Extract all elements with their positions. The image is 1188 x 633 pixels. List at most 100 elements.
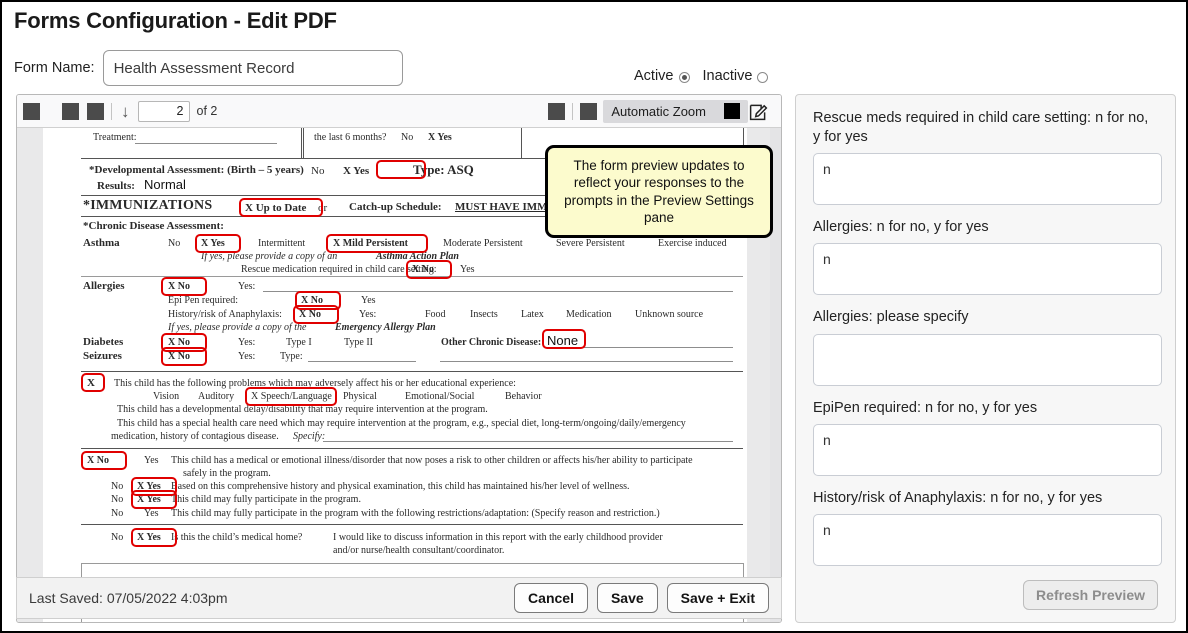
zoom-level-label: Automatic Zoom <box>611 103 706 119</box>
doc-line-catchup-label: Catch-up Schedule: <box>349 201 442 213</box>
cancel-button[interactable]: Cancel <box>514 583 588 613</box>
active-radio[interactable] <box>678 71 690 83</box>
doc-line-dev-type: Type: ASQ <box>413 162 474 177</box>
doc-line-wellness-no: No <box>111 481 124 492</box>
field-label: Allergies: n for no, y for yes <box>813 219 989 236</box>
save-button[interactable]: Save <box>596 583 658 613</box>
doc-line-rescue-no: X No <box>412 264 434 275</box>
doc-line-asthma-no: No <box>168 238 181 249</box>
doc-line-prob-text: This child has the following problems wh… <box>114 378 516 389</box>
doc-line-imm-or: or <box>318 202 328 214</box>
doc-line-results-value: Normal <box>144 177 186 192</box>
save-and-exit-button[interactable]: Save + Exit <box>666 583 769 613</box>
doc-line-ana-unknown: Unknown source <box>635 309 704 320</box>
doc-line-asthma-yes: X Yes <box>201 238 225 249</box>
settings-field-allergies-yn: Allergies: n for no, y for yes <box>813 218 1162 296</box>
refresh-preview-button[interactable]: Refresh Preview <box>1023 580 1158 610</box>
settings-field-anaphylaxis: History/risk of Anaphylaxis: n for no, y… <box>813 489 1162 566</box>
doc-line-special: This child has a special health care nee… <box>117 418 686 429</box>
doc-line-restrict-text: This child may fully participate in the … <box>171 508 660 519</box>
epipen-input[interactable] <box>813 423 1162 476</box>
doc-line-results-label: Results: <box>97 180 135 192</box>
doc-line-rescue-yes: Yes <box>460 264 475 275</box>
doc-line-special2: medication, history of contagious diseas… <box>111 431 279 442</box>
doc-line-special-specify: Specify: <box>293 431 326 442</box>
sidebar-toggle-icon[interactable] <box>23 102 40 120</box>
page-number-input[interactable] <box>137 100 190 122</box>
print-icon[interactable] <box>548 102 566 120</box>
settings-field-allergies-specify: Allergies: please specify <box>813 308 1162 386</box>
doc-line-restrict-no: No <box>111 508 124 519</box>
doc-line-prob-behavior: Behavior <box>505 391 542 402</box>
doc-line-illness-text: This child has a medical or emotional il… <box>171 455 693 466</box>
doc-line-diabetes-yes: Yes: <box>238 337 256 348</box>
doc-line-seizures: Seizures <box>83 350 122 362</box>
doc-line-wellness-yes: X Yes <box>137 481 161 492</box>
doc-line-asthma-mild: X Mild Persistent <box>333 238 408 249</box>
doc-line-allergies: Allergies <box>83 280 125 292</box>
doc-line-seizures-yes: Yes: <box>238 351 256 362</box>
doc-line-diabetes-type2: Type II <box>344 337 374 348</box>
doc-line-prob-x: X <box>87 377 95 389</box>
field-label: History/risk of Anaphylaxis: n for no, y… <box>813 489 1103 506</box>
app-window: Forms Configuration - Edit PDF Form Name… <box>0 0 1188 633</box>
doc-line-prob-speech: X Speech/Language <box>251 391 332 402</box>
doc-line-illness-text2: safely in the program. <box>183 468 271 479</box>
doc-line-medhome-no: No <box>111 532 124 543</box>
rescue-meds-input[interactable] <box>813 153 1162 206</box>
doc-line-asthma-intermittent: Intermittent <box>258 238 306 249</box>
doc-line-anaphylaxis-no: X No <box>299 309 321 320</box>
status-radio-group: Active Inactive <box>634 68 772 84</box>
doc-line-last6months-no: No <box>401 132 414 143</box>
zoom-out-icon[interactable] <box>62 102 79 120</box>
doc-line-anaphylaxis-yes: Yes: <box>359 309 377 320</box>
doc-line-wellness-text: Based on this comprehensive history and … <box>171 481 630 492</box>
doc-line-participate-no: No <box>111 494 124 505</box>
doc-line-dev-yes: X Yes <box>343 165 370 177</box>
doc-line-last6months-yes: X Yes <box>428 132 452 143</box>
doc-line-allergies-yes: Yes: <box>238 281 256 292</box>
download-icon[interactable] <box>580 102 598 120</box>
allergies-yn-input[interactable] <box>813 243 1162 296</box>
doc-line-illness-yes: Yes <box>144 455 159 466</box>
pdf-toolbar: ↓ of 2 Automatic Zoom <box>17 95 781 128</box>
doc-line-prob-emotional: Emotional/Social <box>405 391 475 402</box>
doc-line-participate-yes: X Yes <box>137 494 161 505</box>
zoom-in-icon[interactable] <box>87 102 104 120</box>
doc-line-epipen-label: Epi Pen required: <box>168 295 238 306</box>
page-count-label: of 2 <box>196 104 218 118</box>
zoom-select[interactable]: Automatic Zoom <box>603 99 748 123</box>
refresh-preview-wrap: Refresh Preview <box>1023 580 1158 610</box>
edit-document-icon[interactable] <box>748 101 769 122</box>
doc-line-other-chronic-label: Other Chronic Disease: <box>441 337 542 348</box>
preview-callout-tooltip: The form preview updates to reflect your… <box>545 145 773 239</box>
doc-line-asthma-note-bold: Asthma Action Plan <box>376 251 459 262</box>
doc-line-epipen-no: X No <box>301 295 323 306</box>
doc-line-prob-vision: Vision <box>153 391 180 402</box>
doc-line-asthma-severe: Severe Persistent <box>556 238 625 249</box>
inactive-radio[interactable] <box>757 71 769 83</box>
form-name-input[interactable] <box>102 50 403 86</box>
doc-line-seizures-no: X No <box>168 351 190 362</box>
doc-line-ana-insects: Insects <box>470 309 498 320</box>
doc-line-diabetes-no: X No <box>168 337 190 348</box>
settings-field-epipen: EpiPen required: n for no, y for yes <box>813 399 1162 476</box>
arrow-down-icon[interactable]: ↓ <box>119 103 132 120</box>
doc-line-immunizations: *IMMUNIZATIONS <box>83 198 213 213</box>
doc-line-dev-no: No <box>311 165 325 177</box>
doc-line-seizures-type: Type: <box>280 351 303 362</box>
doc-line-imm-uptodate: X Up to Date <box>245 202 307 214</box>
field-label: EpiPen required: n for no, y for yes <box>813 399 1038 416</box>
doc-line-epipen-yes: Yes <box>361 295 376 306</box>
last-saved-label: Last Saved: 07/05/2022 4:03pm <box>29 590 228 606</box>
allergies-specify-input[interactable] <box>813 333 1162 386</box>
doc-line-prob-physical: Physical <box>343 391 377 402</box>
anaphylaxis-input[interactable] <box>813 513 1162 566</box>
field-label: Rescue meds required in child care setti… <box>813 110 1149 146</box>
doc-line-treatment: Treatment: <box>93 132 137 143</box>
inactive-label: Inactive <box>702 68 753 84</box>
doc-line-ana-food: Food <box>425 309 446 320</box>
doc-line-asthma: Asthma <box>83 237 120 249</box>
doc-line-diabetes: Diabetes <box>83 336 124 348</box>
doc-line-diabetes-type1: Type I <box>286 337 312 348</box>
